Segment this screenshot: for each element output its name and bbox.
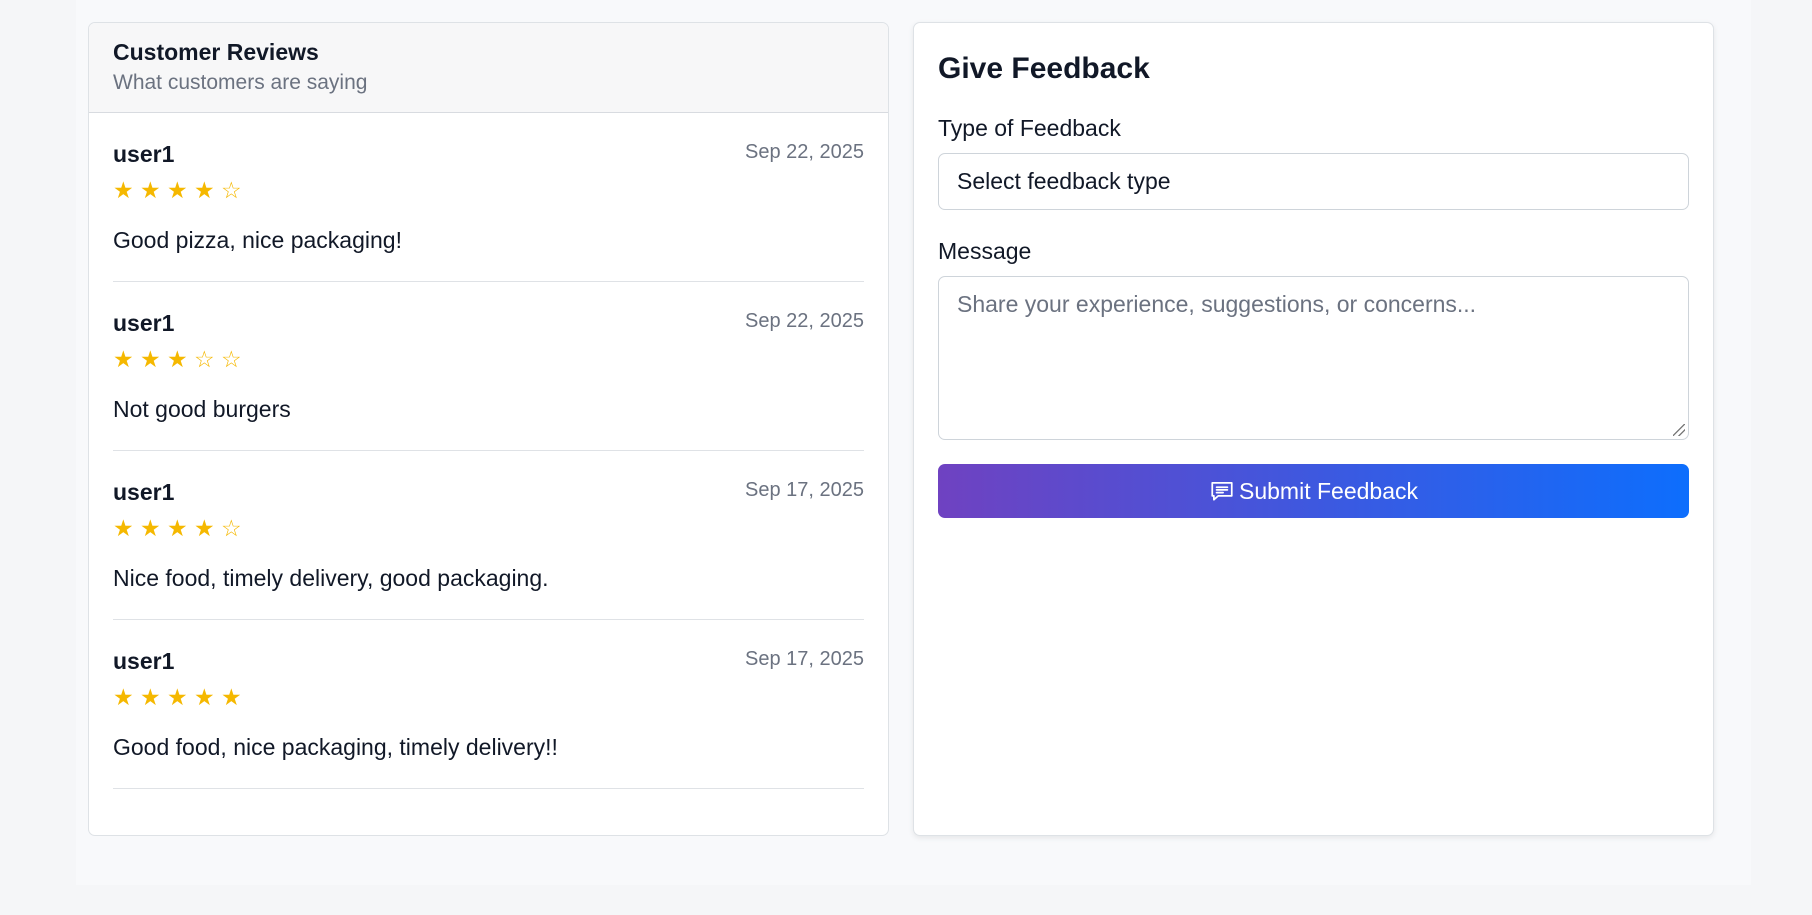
star-icon: ★ <box>194 177 218 203</box>
feedback-form: Give Feedback Type of Feedback Select fe… <box>914 23 1713 518</box>
star-icon: ★ <box>140 515 164 541</box>
submit-feedback-label: Submit Feedback <box>1239 477 1418 504</box>
review-item: user1 Sep 17, 2025 ★ ★ ★ ★ ☆ Nice food, time… <box>113 451 864 620</box>
review-item: user1 Sep 17, 2025 ★ ★ ★ ★ ★ Good food, nice… <box>113 620 864 789</box>
star-rating: ★ ★ ★ ★ ★ <box>113 684 248 711</box>
review-date: Sep 17, 2025 <box>745 479 864 501</box>
star-icon: ★ <box>113 515 137 541</box>
review-user: user1 <box>113 141 175 167</box>
message-label: Message <box>938 238 1032 264</box>
message-textarea[interactable]: Share your experience, suggestions, or c… <box>938 276 1689 440</box>
reviews-header: Customer Reviews What customers are sayi… <box>89 23 888 113</box>
feedback-card: Give Feedback Type of Feedback Select fe… <box>913 22 1714 836</box>
star-icon: ★ <box>194 515 218 541</box>
star-icon: ★ <box>140 177 164 203</box>
feedback-type-label: Type of Feedback <box>938 115 1121 141</box>
star-icon: ★ <box>140 346 164 372</box>
reviews-subtitle: What customers are saying <box>113 71 368 94</box>
star-icon: ★ <box>140 684 164 710</box>
resize-handle-icon[interactable] <box>1673 424 1685 436</box>
star-icon: ★ <box>113 177 137 203</box>
review-text: Nice food, timely delivery, good packagi… <box>113 565 549 591</box>
message-square-icon <box>1211 482 1233 501</box>
review-item: user1 Sep 22, 2025 ★ ★ ★ ☆ ☆ Not good burger… <box>113 282 864 451</box>
star-icon: ★ <box>113 346 137 372</box>
star-icon: ★ <box>221 684 245 710</box>
star-rating: ★ ★ ★ ☆ ☆ <box>113 346 248 373</box>
star-rating: ★ ★ ★ ★ ☆ <box>113 177 248 204</box>
review-date: Sep 22, 2025 <box>745 310 864 332</box>
star-icon: ☆ <box>194 346 218 372</box>
star-icon: ★ <box>167 515 191 541</box>
review-user: user1 <box>113 648 175 674</box>
star-icon: ★ <box>194 684 218 710</box>
reviews-card: Customer Reviews What customers are sayi… <box>88 22 889 836</box>
submit-feedback-button[interactable]: Submit Feedback <box>938 464 1689 518</box>
review-text: Good pizza, nice packaging! <box>113 227 402 253</box>
reviews-title: Customer Reviews <box>113 39 319 65</box>
review-user: user1 <box>113 479 175 505</box>
review-date: Sep 17, 2025 <box>745 648 864 670</box>
review-user: user1 <box>113 310 175 336</box>
message-placeholder: Share your experience, suggestions, or c… <box>957 291 1477 317</box>
review-text: Not good burgers <box>113 396 291 422</box>
star-icon: ☆ <box>221 346 245 372</box>
star-icon: ☆ <box>221 515 245 541</box>
feedback-type-select[interactable]: Select feedback type <box>938 153 1689 210</box>
star-icon: ★ <box>167 684 191 710</box>
review-list: user1 Sep 22, 2025 ★ ★ ★ ★ ☆ Good pizza, nic… <box>89 113 888 789</box>
star-icon: ★ <box>167 177 191 203</box>
star-rating: ★ ★ ★ ★ ☆ <box>113 515 248 542</box>
review-text: Good food, nice packaging, timely delive… <box>113 734 558 760</box>
review-item: user1 Sep 22, 2025 ★ ★ ★ ★ ☆ Good pizza, nic… <box>113 113 864 282</box>
star-icon: ★ <box>167 346 191 372</box>
feedback-title: Give Feedback <box>938 52 1150 85</box>
review-date: Sep 22, 2025 <box>745 141 864 163</box>
star-icon: ☆ <box>221 177 245 203</box>
star-icon: ★ <box>113 684 137 710</box>
